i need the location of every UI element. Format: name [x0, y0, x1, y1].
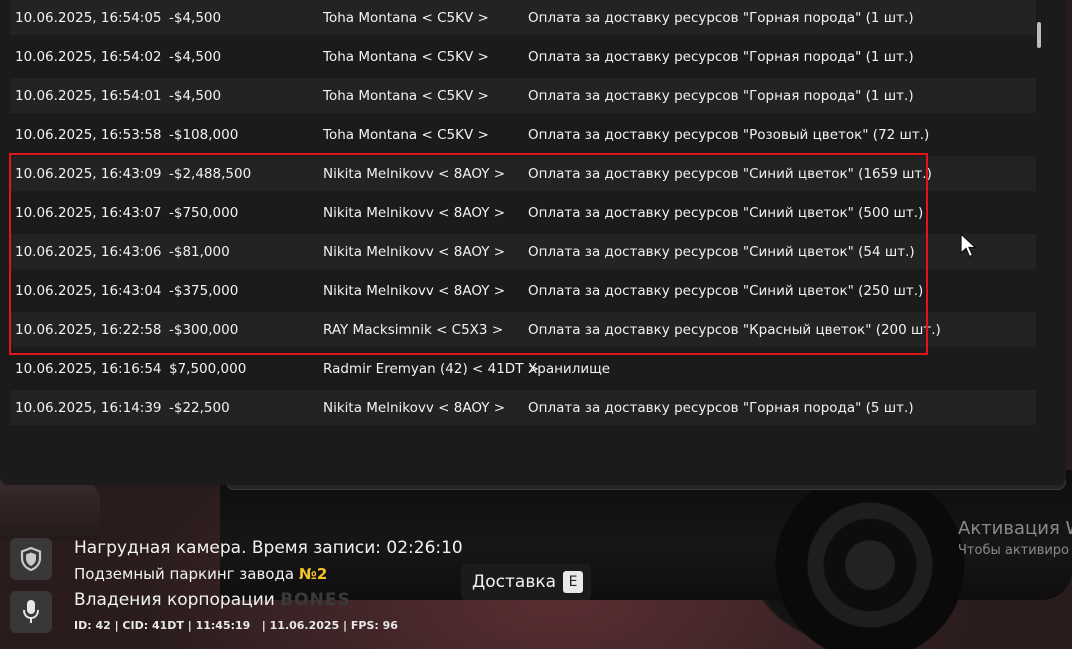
- transactions-list[interactable]: 10.06.2025, 16:54:05 -$4,500 Toha Montana …: [10, 0, 1036, 445]
- transaction-amount: -$108,000: [169, 126, 239, 143]
- microphone-button[interactable]: [10, 591, 52, 633]
- car-wheel: [775, 470, 965, 649]
- transaction-description: Оплата за доставку ресурсов "Красный цве…: [528, 321, 941, 338]
- transaction-description: Оплата за доставку ресурсов "Синий цвето…: [528, 243, 915, 260]
- transaction-row[interactable]: 10.06.2025, 16:53:58 -$108,000 Toha Montan…: [10, 117, 1036, 152]
- transaction-amount: -$300,000: [169, 321, 239, 338]
- transaction-date: 10.06.2025, 16:43:07: [15, 204, 162, 221]
- transaction-amount: -$4,500: [169, 48, 222, 65]
- transaction-user: Radmir Eremyan (42) < 41DT >: [323, 360, 540, 377]
- shield-icon: [20, 547, 42, 571]
- transaction-user: Nikita Melnikovv < 8AOY >: [323, 165, 506, 182]
- transaction-description: Оплата за доставку ресурсов "Горная поро…: [528, 399, 914, 416]
- transaction-date: 10.06.2025, 16:16:54: [15, 360, 162, 377]
- corporation-text: Владения корпорации: [74, 590, 281, 610]
- transaction-user: Nikita Melnikovv < 8AOY >: [323, 243, 506, 260]
- transaction-date: 10.06.2025, 16:53:58: [15, 126, 162, 143]
- transaction-amount: -$81,000: [169, 243, 230, 260]
- location-text: Подземный паркинг завода: [74, 565, 299, 583]
- transaction-user: Toha Montana < C5KV >: [323, 9, 489, 26]
- transaction-user: Toha Montana < C5KV >: [323, 126, 489, 143]
- transaction-amount: -$4,500: [169, 87, 222, 104]
- transaction-amount: -$375,000: [169, 282, 239, 299]
- transaction-row[interactable]: 10.06.2025, 16:54:02 -$4,500 Toha Montana …: [10, 39, 1036, 74]
- transactions-panel: 10.06.2025, 16:54:05 -$4,500 Toha Montana …: [0, 0, 1066, 485]
- transaction-amount: -$750,000: [169, 204, 239, 221]
- transaction-date: 10.06.2025, 16:54:01: [15, 87, 162, 104]
- microphone-icon: [23, 600, 39, 623]
- transaction-date: 10.06.2025, 16:43:04: [15, 282, 162, 299]
- transaction-date: 10.06.2025, 16:43:06: [15, 243, 162, 260]
- activation-title: Активация W: [958, 518, 1072, 539]
- transaction-user: Nikita Melnikovv < 8AOY >: [323, 282, 506, 299]
- corporation-label: Владения корпорации BONES: [74, 590, 351, 610]
- scrollbar[interactable]: [1037, 22, 1041, 48]
- transaction-row[interactable]: 10.06.2025, 16:43:04 -$375,000 Nikita Meln…: [10, 273, 1036, 308]
- transaction-description: Хранилище: [528, 360, 611, 377]
- transaction-date: 10.06.2025, 16:43:09: [15, 165, 162, 182]
- transaction-user: Toha Montana < C5KV >: [323, 87, 489, 104]
- transaction-amount: -$2,488,500: [169, 165, 252, 182]
- transaction-row[interactable]: 10.06.2025, 16:54:01 -$4,500 Toha Montana …: [10, 78, 1036, 113]
- transaction-date: 10.06.2025, 16:54:05: [15, 9, 162, 26]
- transaction-description: Оплата за доставку ресурсов "Синий цвето…: [528, 204, 924, 221]
- transaction-date: 10.06.2025, 16:22:58: [15, 321, 162, 338]
- delivery-label: Доставка: [472, 572, 557, 592]
- transaction-description: Оплата за доставку ресурсов "Розовый цве…: [528, 126, 930, 143]
- transaction-description: Оплата за доставку ресурсов "Горная поро…: [528, 87, 914, 104]
- transaction-row[interactable]: 10.06.2025, 16:22:58 -$300,000 RAY Macksim…: [10, 312, 1036, 347]
- transaction-amount: $7,500,000: [169, 360, 247, 377]
- location-number: №2: [298, 565, 328, 583]
- transaction-description: Оплата за доставку ресурсов "Синий цвето…: [528, 165, 932, 182]
- player-info-bar: ID: 42 | CID: 41DT | 11:45:19 | 11.06.20…: [74, 619, 398, 632]
- transaction-amount: -$4,500: [169, 9, 222, 26]
- location-label: Подземный паркинг завода №2: [74, 565, 327, 583]
- transaction-user: RAY Macksimnik < C5X3 >: [323, 321, 504, 338]
- background-object: [0, 480, 100, 540]
- transaction-row[interactable]: 10.06.2025, 16:43:07 -$750,000 Nikita Meln…: [10, 195, 1036, 230]
- corporation-brand: BONES: [280, 590, 351, 610]
- transaction-row[interactable]: 10.06.2025, 16:14:39 -$22,500 Nikita Melni…: [10, 390, 1036, 425]
- transaction-row[interactable]: 10.06.2025, 16:43:09 -$2,488,500 Nikita Me…: [10, 156, 1036, 191]
- transaction-description: Оплата за доставку ресурсов "Горная поро…: [528, 9, 914, 26]
- transaction-description: Оплата за доставку ресурсов "Горная поро…: [528, 48, 914, 65]
- transaction-user: Toha Montana < C5KV >: [323, 48, 489, 65]
- transaction-user: Nikita Melnikovv < 8AOY >: [323, 399, 506, 416]
- bodycam-status: Нагрудная камера. Время записи: 02:26:10: [74, 538, 463, 558]
- delivery-key-hint: E: [563, 571, 583, 593]
- activation-subtitle: Чтобы активиро: [958, 543, 1070, 558]
- transaction-row[interactable]: 10.06.2025, 16:16:54 $7,500,000 Radmir Ere…: [10, 351, 1036, 386]
- transaction-user: Nikita Melnikovv < 8AOY >: [323, 204, 506, 221]
- transaction-date: 10.06.2025, 16:54:02: [15, 48, 162, 65]
- shield-button[interactable]: [10, 538, 52, 580]
- transaction-description: Оплата за доставку ресурсов "Синий цвето…: [528, 282, 924, 299]
- mouse-cursor-icon: [960, 233, 978, 258]
- transaction-amount: -$22,500: [169, 399, 230, 416]
- transaction-date: 10.06.2025, 16:14:39: [15, 399, 162, 416]
- transaction-row[interactable]: 10.06.2025, 16:43:06 -$81,000 Nikita Melni…: [10, 234, 1036, 269]
- delivery-prompt[interactable]: Доставка E: [461, 564, 591, 600]
- transaction-row[interactable]: 10.06.2025, 16:54:05 -$4,500 Toha Montana …: [10, 0, 1036, 35]
